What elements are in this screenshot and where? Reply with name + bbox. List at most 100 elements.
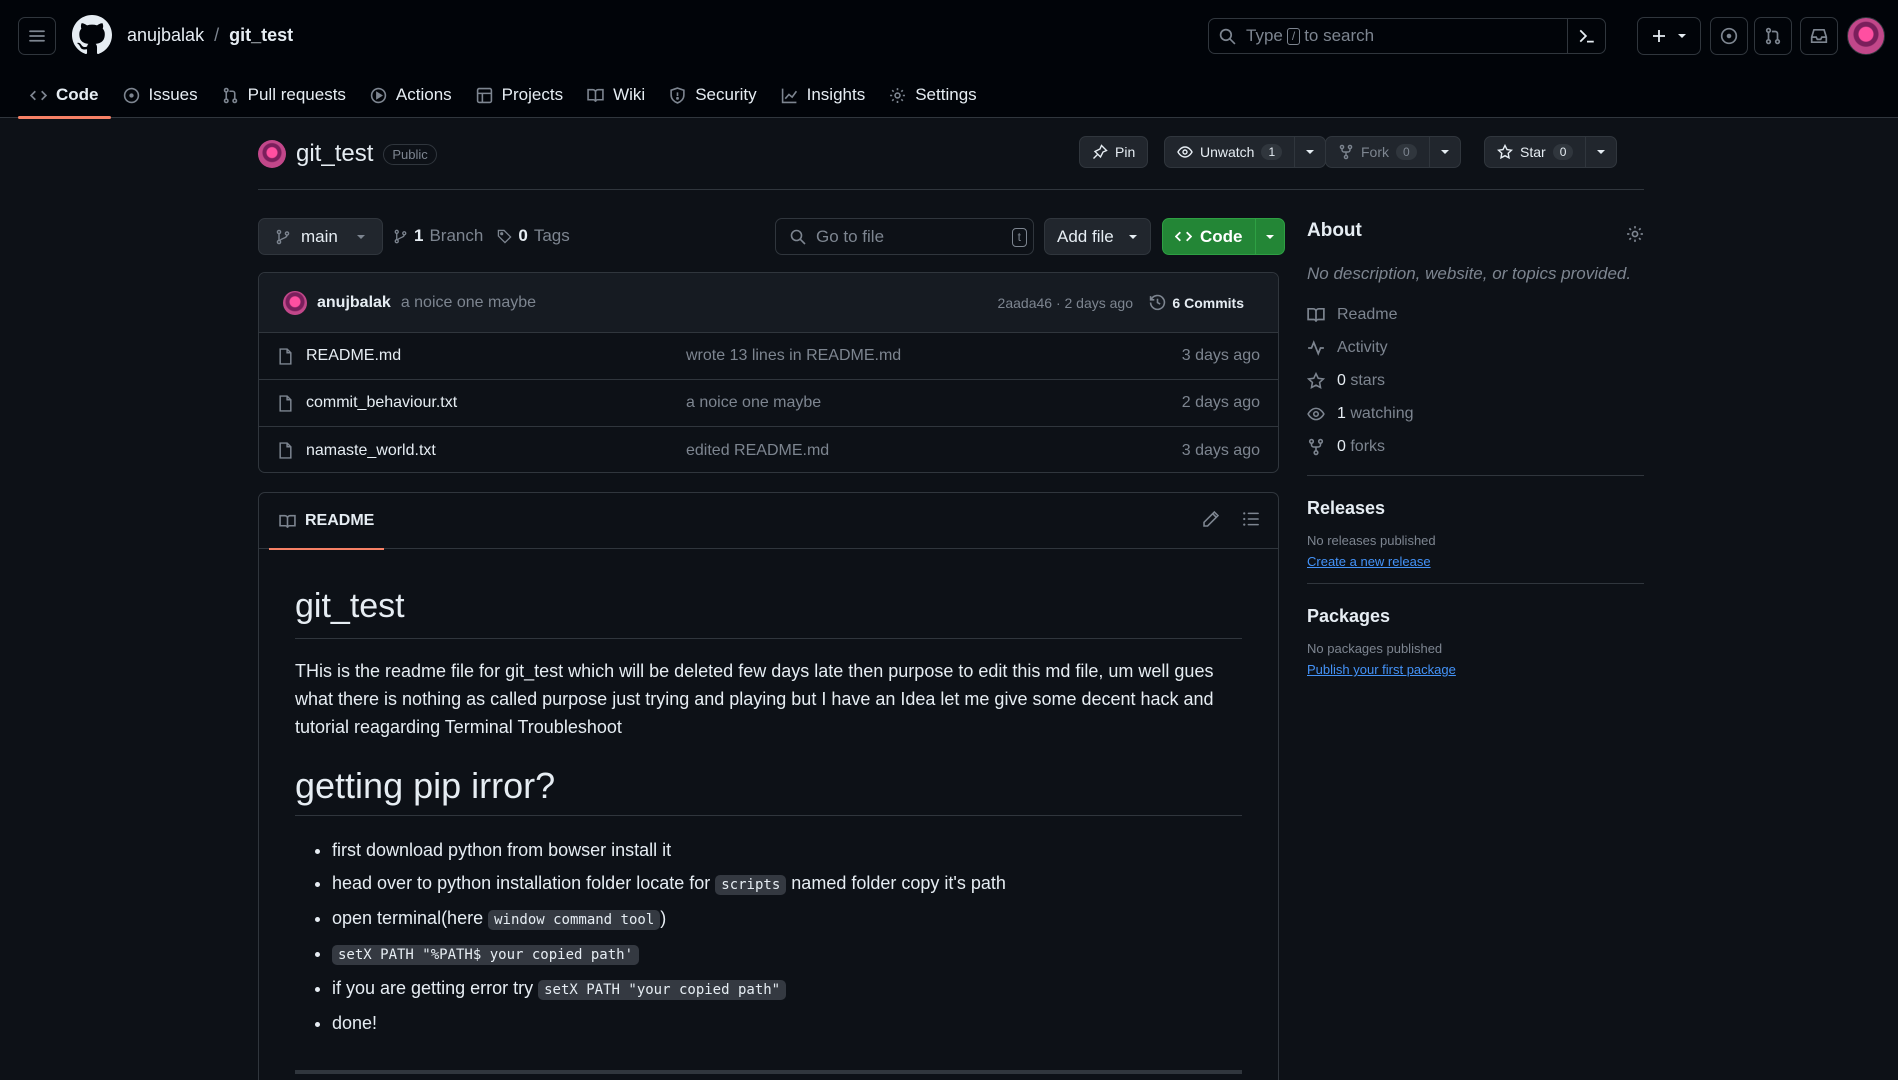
user-avatar[interactable] [1847, 17, 1885, 55]
file-icon [277, 442, 294, 459]
list-item: open terminal(here window command tool) [332, 902, 1242, 937]
list-icon[interactable] [1242, 510, 1260, 528]
inbox-icon[interactable] [1800, 17, 1838, 55]
gear-icon[interactable] [1626, 225, 1644, 243]
tab-insights[interactable]: Insights [769, 72, 878, 118]
create-new-button[interactable] [1637, 17, 1701, 55]
tab-wiki[interactable]: Wiki [575, 72, 657, 118]
repo-link[interactable]: git_test [229, 25, 293, 46]
visibility-badge: Public [383, 143, 437, 165]
watch-dropdown[interactable] [1294, 137, 1325, 167]
breadcrumb: anujbalak / git_test [127, 25, 293, 46]
file-row[interactable]: README.md wrote 13 lines in README.md 3 … [259, 333, 1278, 380]
file-row[interactable]: commit_behaviour.txt a noice one maybe 2… [259, 380, 1278, 427]
search-prefix: Type [1246, 26, 1283, 45]
add-file-button[interactable]: Add file [1044, 218, 1151, 255]
list-item-text: named folder copy it's path [791, 873, 1006, 893]
commit-message[interactable]: a noice one maybe [401, 294, 536, 312]
activity-link[interactable]: Activity [1307, 331, 1644, 364]
fork-button[interactable]: Fork 0 [1325, 136, 1461, 168]
star-count: 0 [1552, 144, 1574, 160]
eye-icon [1307, 405, 1325, 423]
tab-settings[interactable]: Settings [877, 72, 988, 118]
star-button[interactable]: Star 0 [1484, 136, 1618, 168]
fork-icon [1338, 144, 1354, 160]
about-heading: About [1307, 220, 1362, 241]
watch-count: 1 [1261, 144, 1283, 160]
tab-projects[interactable]: Projects [464, 72, 575, 118]
inline-code: setX PATH "%PATH$ your copied path' [332, 945, 640, 965]
file-commit-message[interactable]: a noice one maybe [686, 394, 821, 412]
tab-code[interactable]: Code [18, 72, 111, 119]
commits-link[interactable]: 6 Commits [1149, 294, 1244, 311]
book-icon [587, 87, 604, 104]
watching-link[interactable]: 1 watching [1307, 397, 1644, 430]
chevron-down-icon [1265, 232, 1275, 242]
file-commit-message[interactable]: wrote 13 lines in README.md [686, 347, 901, 365]
go-to-file-input[interactable]: Go to file t [775, 218, 1034, 255]
tab-projects-label: Projects [501, 85, 564, 104]
tag-count: 0 [518, 226, 528, 245]
menu-icon[interactable] [18, 17, 56, 55]
commit-author[interactable]: anujbalak [317, 294, 391, 312]
repo-name[interactable]: git_test [296, 140, 373, 168]
forks-link[interactable]: 0 forks [1307, 430, 1644, 463]
releases-heading[interactable]: Releases [1307, 498, 1644, 519]
tab-pull-requests[interactable]: Pull requests [210, 72, 358, 118]
stars-link[interactable]: 0 stars [1307, 364, 1644, 397]
star-dropdown[interactable] [1585, 137, 1616, 167]
inline-code: scripts [715, 875, 787, 895]
chevron-down-icon [1596, 147, 1606, 157]
pencil-icon[interactable] [1202, 510, 1220, 528]
packages-heading[interactable]: Packages [1307, 606, 1644, 627]
code-dropdown[interactable] [1254, 219, 1284, 254]
global-search-input[interactable]: Type / to search [1208, 18, 1606, 54]
owner-avatar [258, 140, 286, 168]
search-icon [1219, 28, 1236, 45]
readme-link-label: Readme [1337, 305, 1398, 323]
pull-request-icon [222, 87, 239, 104]
history-icon [1149, 294, 1166, 311]
file-date: 2 days ago [1181, 394, 1260, 411]
commit-meta[interactable]: 2aada46 · 2 days ago [998, 295, 1133, 311]
publish-package-link[interactable]: Publish your first package [1307, 662, 1456, 677]
search-suffix: to search [1304, 26, 1375, 45]
pin-button[interactable]: Pin [1079, 136, 1149, 168]
tab-actions[interactable]: Actions [358, 72, 464, 118]
latest-commit-row: anujbalak a noice one maybe 2aada46 · 2 … [259, 273, 1278, 333]
search-icon [790, 229, 806, 245]
your-pull-requests-icon[interactable] [1754, 17, 1792, 55]
branch-tag-info: 1 Branch 0 Tags [393, 226, 570, 246]
readme-tab[interactable]: README [269, 493, 385, 550]
file-date: 3 days ago [1181, 347, 1260, 364]
chevron-down-icon [1128, 232, 1138, 242]
unwatch-button[interactable]: Unwatch 1 [1164, 136, 1327, 168]
command-palette-icon[interactable] [1567, 19, 1605, 53]
list-item-text: open terminal(here [332, 908, 484, 928]
file-commit-message[interactable]: edited README.md [686, 442, 829, 460]
tab-code-label: Code [56, 85, 99, 104]
readme-link[interactable]: Readme [1307, 298, 1644, 331]
tab-issues[interactable]: Issues [111, 72, 210, 118]
code-button[interactable]: Code [1162, 218, 1285, 255]
create-release-link[interactable]: Create a new release [1307, 554, 1431, 569]
branch-selector[interactable]: main [258, 218, 383, 255]
no-packages-text: No packages published [1307, 641, 1443, 656]
github-logo-icon[interactable] [72, 15, 112, 55]
owner-link[interactable]: anujbalak [127, 25, 204, 46]
star-icon [1307, 371, 1325, 390]
tab-issues-label: Issues [148, 85, 198, 104]
tab-security[interactable]: Security [657, 72, 768, 118]
fork-count: 0 [1396, 144, 1417, 160]
your-issues-icon[interactable] [1710, 17, 1748, 55]
file-icon [277, 347, 294, 365]
fork-dropdown[interactable] [1428, 137, 1460, 167]
file-name[interactable]: commit_behaviour.txt [306, 394, 457, 412]
inline-code: window command tool [488, 910, 661, 930]
branches-link[interactable]: 1 Branch [393, 226, 483, 246]
file-row[interactable]: namaste_world.txt edited README.md 3 day… [259, 427, 1278, 472]
tags-link[interactable]: 0 Tags [497, 226, 570, 246]
file-name[interactable]: README.md [306, 347, 401, 365]
repo-title: git_test Public [258, 140, 437, 168]
file-name[interactable]: namaste_world.txt [306, 442, 436, 460]
